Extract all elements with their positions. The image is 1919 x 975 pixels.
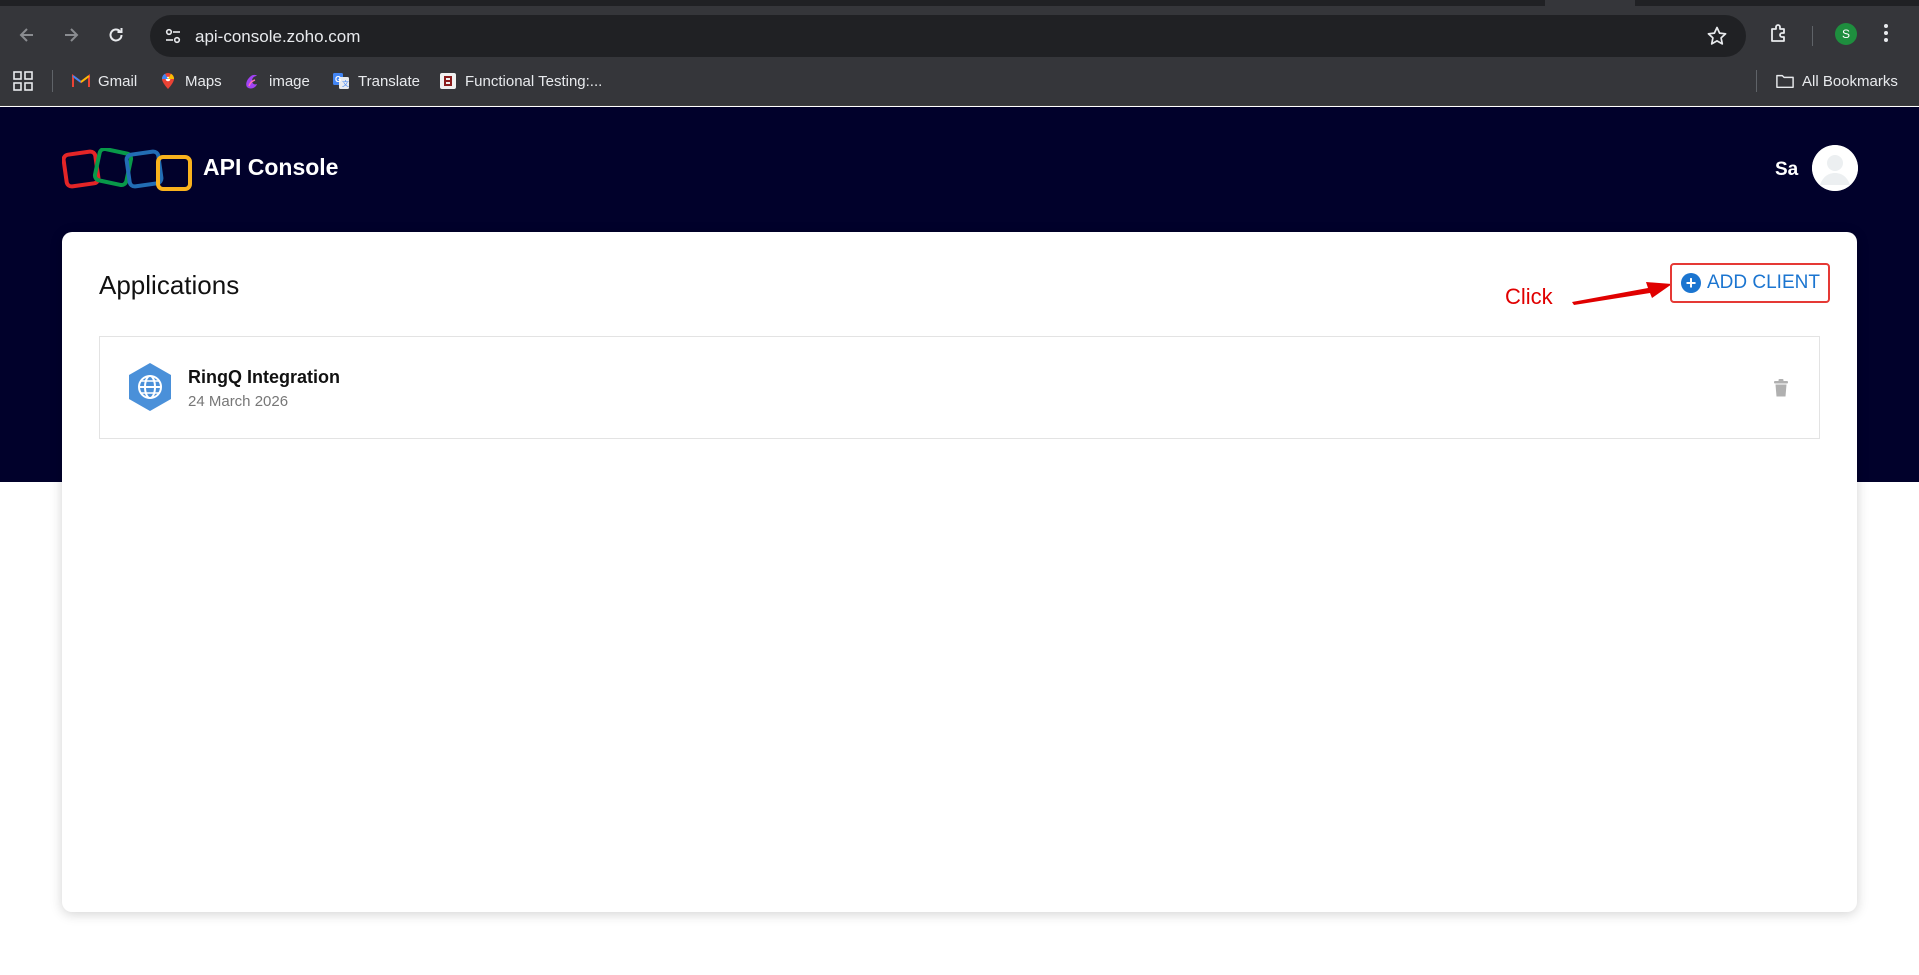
- application-name[interactable]: RingQ Integration: [188, 367, 340, 388]
- translate-icon: G文: [332, 72, 350, 90]
- folder-icon: [1776, 72, 1794, 90]
- url-text[interactable]: api-console.zoho.com: [195, 27, 360, 47]
- svg-text:文: 文: [342, 79, 349, 88]
- bookmarks-divider: [52, 70, 53, 92]
- application-row[interactable]: RingQ Integration 24 March 2026: [99, 336, 1820, 439]
- avatar[interactable]: [1812, 145, 1858, 191]
- site-info-icon[interactable]: [160, 23, 186, 49]
- application-date: 24 March 2026: [188, 393, 289, 410]
- applications-card: Applications Click + ADD CLIENT RingQ In…: [62, 232, 1857, 912]
- extensions-icon[interactable]: [1767, 21, 1791, 45]
- browser-toolbar: api-console.zoho.com S: [0, 6, 1919, 64]
- bookmark-translate[interactable]: G文 Translate: [332, 70, 420, 92]
- bookmark-functional-testing[interactable]: Functional Testing:...: [439, 70, 602, 92]
- delete-trash-icon[interactable]: [1773, 379, 1789, 397]
- forward-icon[interactable]: [56, 20, 86, 50]
- toolbar-divider: [1812, 26, 1813, 46]
- annotation-click-label: Click: [1505, 284, 1553, 309]
- globe-icon: [126, 361, 174, 413]
- annotation-arrow-icon: [1572, 282, 1672, 305]
- back-icon[interactable]: [12, 20, 42, 50]
- add-client-label: ADD CLIENT: [1707, 272, 1820, 293]
- app-title: API Console: [203, 154, 339, 180]
- bookmark-gmail[interactable]: Gmail: [72, 70, 137, 92]
- gmail-icon: [72, 72, 90, 90]
- user-name[interactable]: Sa: [1775, 159, 1798, 181]
- bookmarks-divider: [1756, 70, 1757, 92]
- bookmark-star-icon[interactable]: [1706, 25, 1728, 52]
- bookmark-label: Translate: [358, 72, 420, 90]
- add-client-button[interactable]: + ADD CLIENT: [1670, 263, 1830, 303]
- bookmark-label: Functional Testing:...: [465, 72, 603, 90]
- page-title: Applications: [99, 270, 240, 300]
- bookmark-label: Maps: [185, 72, 222, 90]
- svg-text:G: G: [335, 75, 341, 84]
- address-bar[interactable]: api-console.zoho.com: [150, 15, 1746, 57]
- browser-menu-icon[interactable]: [1882, 21, 1890, 45]
- all-bookmarks-button[interactable]: All Bookmarks: [1776, 70, 1898, 92]
- all-bookmarks-label: All Bookmarks: [1802, 72, 1898, 90]
- bookmark-maps[interactable]: Maps: [159, 70, 222, 92]
- maps-icon: [159, 72, 177, 90]
- zoho-logo[interactable]: [61, 146, 194, 192]
- functional-testing-icon: [439, 72, 457, 90]
- image-bookmark-icon: [243, 72, 261, 90]
- profile-avatar[interactable]: S: [1835, 23, 1857, 45]
- plus-circle-icon: +: [1681, 273, 1701, 293]
- bookmark-label: image: [269, 72, 310, 90]
- bookmark-label: Gmail: [98, 72, 138, 90]
- reload-icon[interactable]: [101, 20, 131, 50]
- bookmark-image[interactable]: image: [243, 70, 310, 92]
- apps-grid-icon[interactable]: [13, 70, 33, 92]
